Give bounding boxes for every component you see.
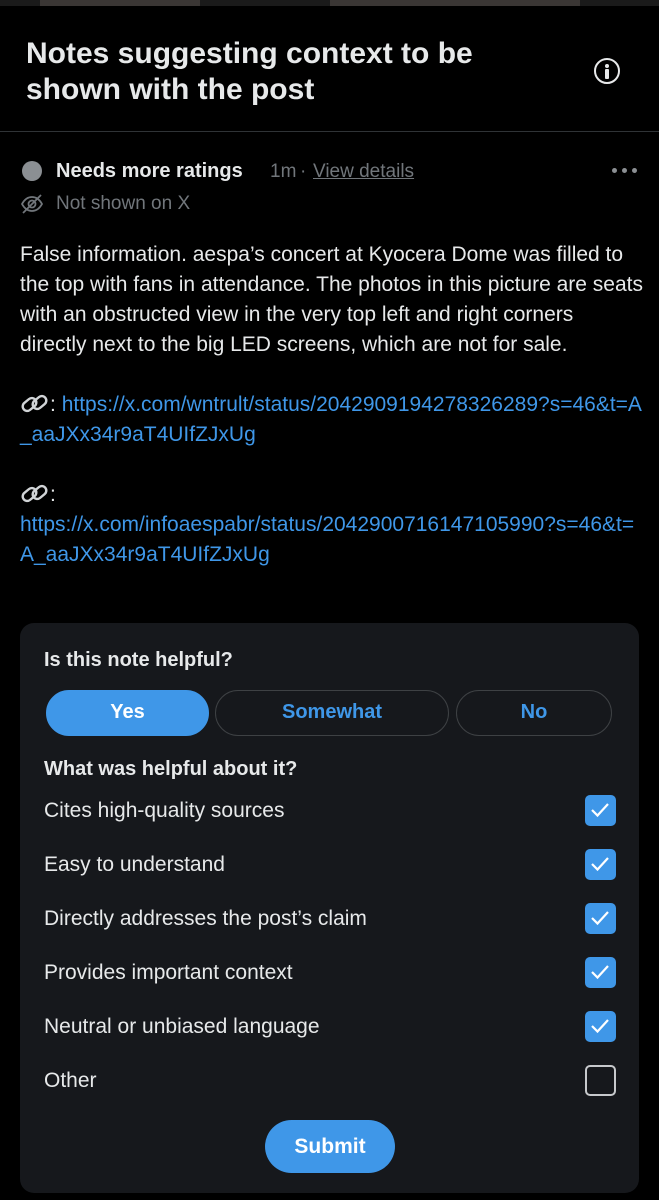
notes-header: Notes suggesting context to be shown wit… — [0, 6, 659, 132]
rating-option-yes[interactable]: Yes — [46, 690, 209, 736]
source-1-link[interactable]: https://x.com/wntrult/status/20429091942… — [20, 393, 642, 446]
note-body: False information. aespa’s concert at Ky… — [20, 240, 645, 570]
reason-label: Easy to understand — [44, 853, 225, 876]
visibility-label: Not shown on X — [56, 193, 191, 214]
note-timestamp: 1m — [270, 161, 297, 182]
visibility-row: Not shown on X — [20, 192, 320, 218]
checkbox-checked[interactable] — [585, 795, 616, 826]
reason-row[interactable]: Easy to understand — [44, 849, 616, 883]
note-status-row: Needs more ratings 1m · View details — [20, 158, 580, 184]
reason-row[interactable]: Directly addresses the post’s claim — [44, 903, 616, 937]
checkmark-icon — [591, 803, 609, 818]
eye-off-icon — [20, 194, 44, 214]
link-icon — [21, 484, 48, 503]
checkmark-icon — [591, 911, 609, 926]
source-1-prefix: : — [50, 393, 56, 416]
reason-row[interactable]: Cites high-quality sources — [44, 795, 616, 829]
rating-card: Is this note helpful? Yes Somewhat No Wh… — [20, 623, 639, 1193]
reason-label: Neutral or unbiased language — [44, 1015, 320, 1038]
checkmark-icon — [591, 857, 609, 872]
reason-row[interactable]: Other — [44, 1065, 616, 1099]
separator-dot: · — [300, 161, 307, 182]
info-icon[interactable] — [594, 58, 620, 84]
helpful-question: Is this note helpful? — [44, 649, 233, 671]
source-2-prefix: : — [50, 483, 56, 506]
source-2-link[interactable]: https://x.com/infoaespabr/status/2042900… — [20, 513, 634, 566]
checkbox-unchecked[interactable] — [585, 1065, 616, 1096]
note-text: False information. aespa’s concert at Ky… — [20, 243, 643, 356]
reason-label: Directly addresses the post’s claim — [44, 907, 367, 930]
submit-button[interactable]: Submit — [265, 1120, 395, 1173]
view-details-link[interactable]: View details — [313, 161, 414, 183]
rating-option-no[interactable]: No — [456, 690, 612, 736]
more-options-icon[interactable] — [612, 168, 638, 176]
status-dot-icon — [22, 161, 42, 181]
page-title: Notes suggesting context to be shown wit… — [26, 37, 473, 106]
checkbox-checked[interactable] — [585, 957, 616, 988]
reason-label: Provides important context — [44, 961, 293, 984]
reason-row[interactable]: Neutral or unbiased language — [44, 1011, 616, 1045]
source-1: : https://x.com/wntrult/status/204290919… — [20, 390, 645, 450]
source-2: : https://x.com/infoaespabr/status/20429… — [20, 480, 645, 570]
reason-row[interactable]: Provides important context — [44, 957, 616, 991]
checkmark-icon — [591, 965, 609, 980]
checkmark-icon — [591, 1019, 609, 1034]
checkbox-checked[interactable] — [585, 1011, 616, 1042]
reason-label: Other — [44, 1069, 97, 1092]
link-icon — [21, 394, 48, 413]
reason-label: Cites high-quality sources — [44, 799, 285, 822]
helpful-reasons-question: What was helpful about it? — [44, 758, 298, 780]
checkbox-checked[interactable] — [585, 849, 616, 880]
rating-option-somewhat[interactable]: Somewhat — [215, 690, 449, 736]
checkbox-checked[interactable] — [585, 903, 616, 934]
status-label: Needs more ratings — [56, 160, 243, 182]
